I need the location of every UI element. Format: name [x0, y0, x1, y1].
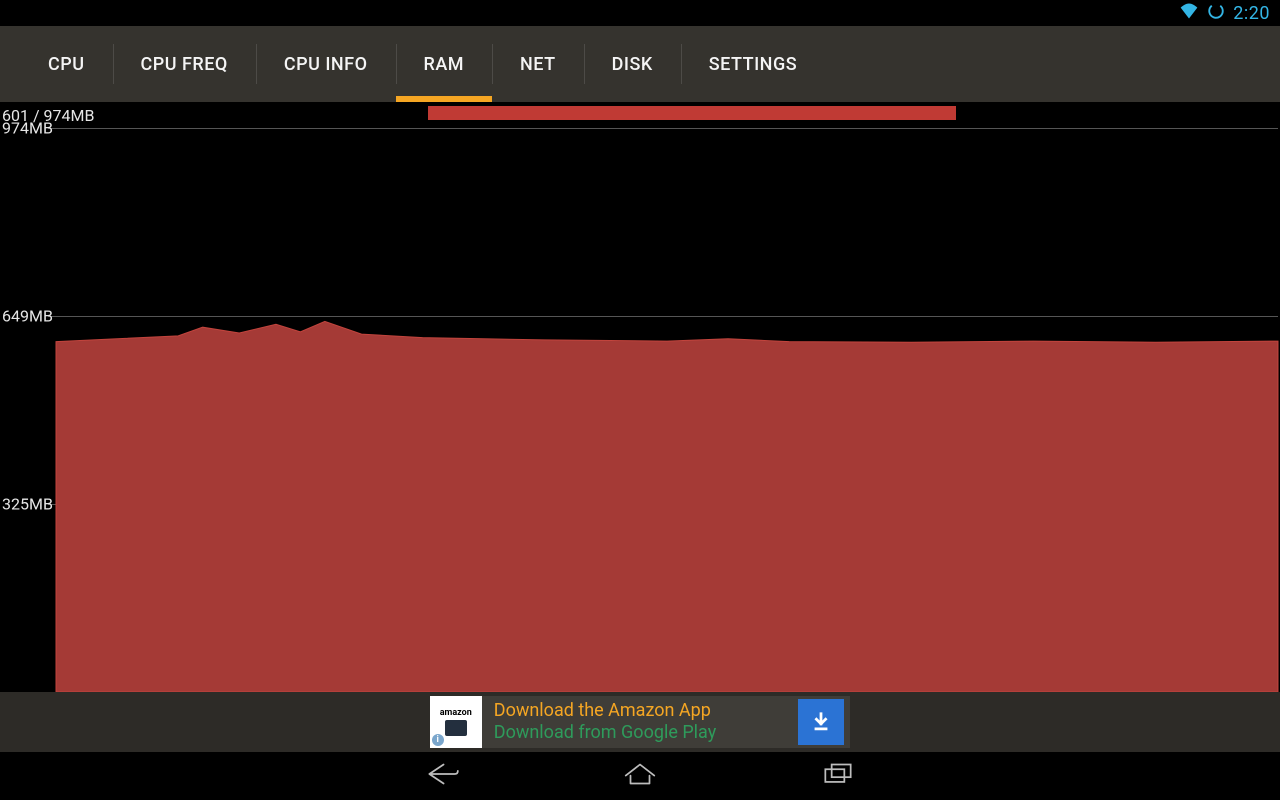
ad-subtitle: Download from Google Play	[494, 722, 717, 745]
ram-chart: 601 / 974MB 325MB649MB974MB	[0, 102, 1280, 692]
tab-cpu-freq[interactable]: CPU FREQ	[113, 26, 256, 102]
tab-cpu[interactable]: CPU	[20, 26, 113, 102]
status-bar: 2:20	[0, 0, 1280, 26]
tab-label: SETTINGS	[709, 54, 797, 75]
download-arrow-icon	[810, 711, 832, 733]
ad-download-button[interactable]	[798, 699, 844, 745]
tab-ram[interactable]: RAM	[396, 26, 493, 102]
clock: 2:20	[1233, 3, 1270, 24]
tab-bar: CPU CPU FREQ CPU INFO RAM NET DISK SETTI…	[0, 26, 1280, 102]
tab-disk[interactable]: DISK	[584, 26, 681, 102]
cart-icon	[445, 720, 467, 736]
tab-cpu-info[interactable]: CPU INFO	[256, 26, 396, 102]
tab-label: CPU FREQ	[141, 54, 228, 75]
wifi-icon	[1179, 3, 1199, 23]
ad-card[interactable]: amazon i Download the Amazon App Downloa…	[430, 696, 851, 748]
tab-label: CPU INFO	[284, 54, 368, 75]
info-icon: i	[432, 734, 444, 746]
ram-area-plot	[0, 102, 1280, 692]
ad-strip: amazon i Download the Amazon App Downloa…	[0, 692, 1280, 752]
ad-text: Download the Amazon App Download from Go…	[494, 700, 717, 745]
ad-title: Download the Amazon App	[494, 700, 717, 723]
ad-app-icon: amazon i	[430, 696, 482, 748]
tab-settings[interactable]: SETTINGS	[681, 26, 825, 102]
tab-label: CPU	[48, 54, 85, 75]
tab-label: DISK	[612, 54, 653, 75]
tab-net[interactable]: NET	[492, 26, 584, 102]
home-button[interactable]	[621, 759, 659, 793]
back-button[interactable]	[423, 759, 461, 793]
tab-label: RAM	[424, 54, 465, 75]
tab-label: NET	[520, 54, 556, 75]
system-nav-bar	[0, 752, 1280, 800]
loading-spinner-icon	[1207, 2, 1225, 24]
ad-brand: amazon	[440, 708, 472, 718]
recents-button[interactable]	[819, 759, 857, 793]
